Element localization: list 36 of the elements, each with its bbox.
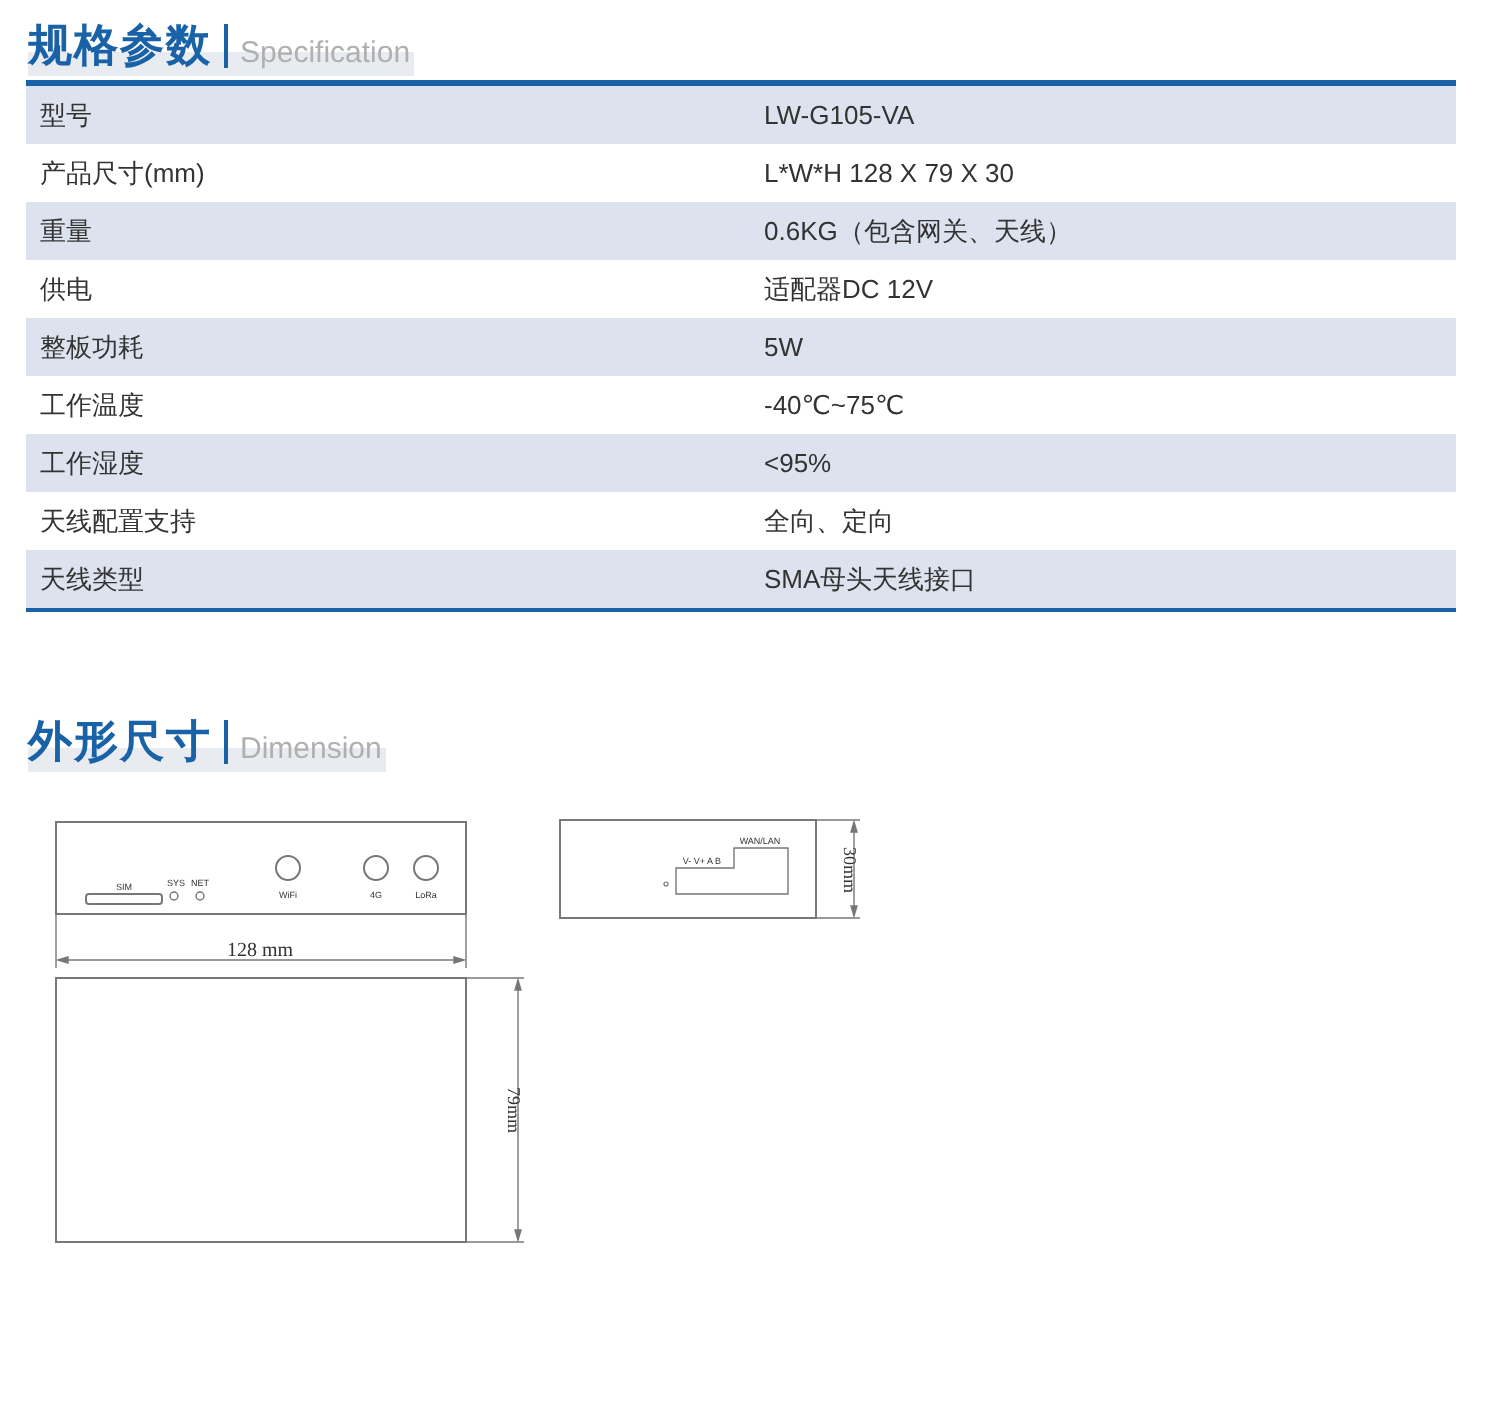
spec-label: 产品尺寸(mm)	[38, 155, 207, 191]
spec-value: <95%	[762, 448, 834, 478]
screw-hole-icon	[663, 881, 669, 887]
spec-value: L*W*H 128 X 79 X 30	[762, 158, 1017, 188]
dimension-label: 128 mm	[226, 940, 294, 962]
led-icon	[169, 891, 179, 901]
spec-label: 供电	[38, 271, 94, 307]
spec-value: 0.6KG（包含网关、天线）	[762, 213, 1074, 249]
spec-label: 整板功耗	[38, 329, 146, 365]
antenna-port-icon	[363, 855, 389, 881]
connector-outline	[675, 847, 789, 895]
section-subtitle: Specification	[240, 35, 411, 69]
section-subtitle: Dimension	[240, 731, 382, 765]
spec-value: 适配器DC 12V	[762, 271, 936, 307]
spec-value: 全向、定向	[762, 503, 896, 539]
dimension-label: 30mm	[840, 847, 860, 893]
section-title: 外形尺寸	[28, 714, 212, 770]
spec-label: 工作温度	[38, 387, 146, 423]
spec-value: -40℃~75℃	[762, 389, 907, 421]
height-dimension-line	[815, 819, 861, 919]
title-separator	[224, 720, 228, 764]
led-icon	[195, 891, 205, 901]
spec-value: LW-G105-VA	[762, 100, 917, 130]
title-separator	[224, 24, 228, 68]
spec-value: 5W	[762, 332, 805, 362]
spec-value: SMA母头天线接口	[762, 561, 979, 597]
spec-label: 型号	[38, 97, 94, 133]
spec-label: 天线配置支持	[38, 503, 198, 539]
antenna-port-icon	[413, 855, 439, 881]
sim-slot-icon	[85, 893, 163, 905]
antenna-port-icon	[275, 855, 301, 881]
dimension-label: 79mm	[504, 1087, 524, 1133]
spec-label: 重量	[38, 213, 94, 249]
spec-label: 天线类型	[38, 561, 146, 597]
section-title: 规格参数	[28, 18, 212, 74]
spec-label: 工作湿度	[38, 445, 146, 481]
